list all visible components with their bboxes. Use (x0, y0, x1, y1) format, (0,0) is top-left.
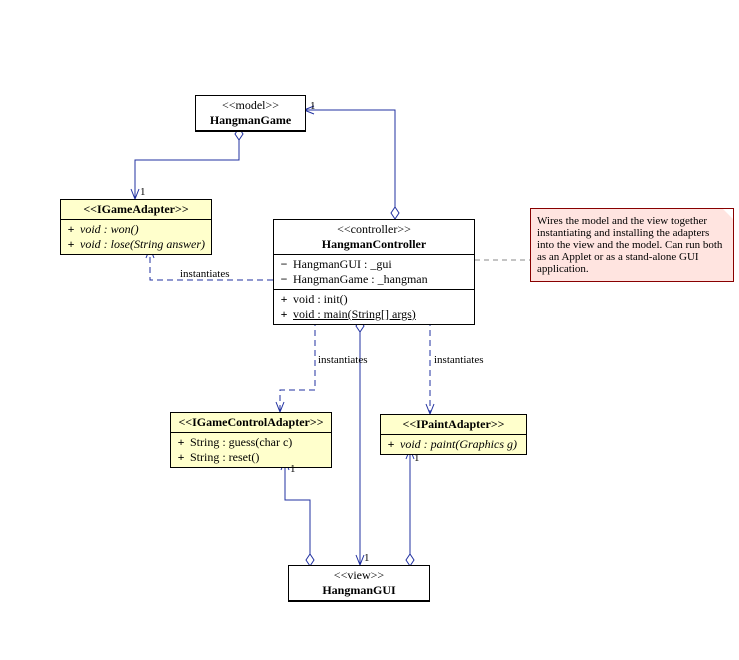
class-header: <<IGameAdapter>> (61, 200, 211, 220)
operations: + void : paint(Graphics g) (381, 435, 526, 454)
class-header: <<view>> HangmanGUI (289, 566, 429, 601)
class-header: <<controller>> HangmanController (274, 220, 474, 255)
note: Wires the model and the view together in… (530, 208, 734, 282)
stereotype: <<controller>> (278, 222, 470, 237)
operations: + void : init() + void : main(String[] a… (274, 290, 474, 324)
method: + void : lose(String answer) (65, 237, 207, 252)
stereotype: <<IGameControlAdapter>> (178, 415, 323, 429)
class-name: HangmanController (278, 237, 470, 252)
interface-igameadapter: <<IGameAdapter>> + void : won() + void :… (60, 199, 212, 255)
connectors (0, 0, 739, 660)
class-name: HangmanGUI (293, 583, 425, 598)
method: + void : main(String[] args) (278, 307, 470, 322)
method: + void : paint(Graphics g) (385, 437, 522, 452)
attribute: − HangmanGame : _hangman (278, 272, 470, 287)
method: + String : guess(char c) (175, 435, 327, 450)
stereotype: <<IGameAdapter>> (83, 202, 188, 216)
class-header: <<IPaintAdapter>> (381, 415, 526, 435)
attributes: − HangmanGUI : _gui − HangmanGame : _han… (274, 255, 474, 290)
edge-label-instantiates: instantiates (318, 354, 368, 366)
class-hangman-game: <<model>> HangmanGame (195, 95, 306, 132)
class-header: <<IGameControlAdapter>> (171, 413, 331, 433)
note-text: Wires the model and the view together in… (537, 215, 722, 275)
interface-igamecontroladapter: <<IGameControlAdapter>> + String : guess… (170, 412, 332, 468)
class-header: <<model>> HangmanGame (196, 96, 305, 131)
multiplicity: 1 (140, 186, 146, 198)
method: + void : init() (278, 292, 470, 307)
attribute: − HangmanGUI : _gui (278, 257, 470, 272)
stereotype: <<view>> (293, 568, 425, 583)
stereotype: <<IPaintAdapter>> (402, 417, 504, 431)
stereotype: <<model>> (200, 98, 301, 113)
edge-label-instantiates: instantiates (434, 354, 484, 366)
class-hangman-gui: <<view>> HangmanGUI (288, 565, 430, 602)
operations: + void : won() + void : lose(String answ… (61, 220, 211, 254)
method: + String : reset() (175, 450, 327, 465)
method: + void : won() (65, 222, 207, 237)
multiplicity: 1 (414, 452, 420, 464)
multiplicity: 1 (364, 552, 370, 564)
edge-label-instantiates: instantiates (180, 268, 230, 280)
operations: + String : guess(char c) + String : rese… (171, 433, 331, 467)
class-name: HangmanGame (200, 113, 301, 128)
class-hangman-controller: <<controller>> HangmanController − Hangm… (273, 219, 475, 325)
multiplicity: 1 (310, 100, 316, 112)
interface-ipaintadapter: <<IPaintAdapter>> + void : paint(Graphic… (380, 414, 527, 455)
multiplicity: 1 (290, 463, 296, 475)
